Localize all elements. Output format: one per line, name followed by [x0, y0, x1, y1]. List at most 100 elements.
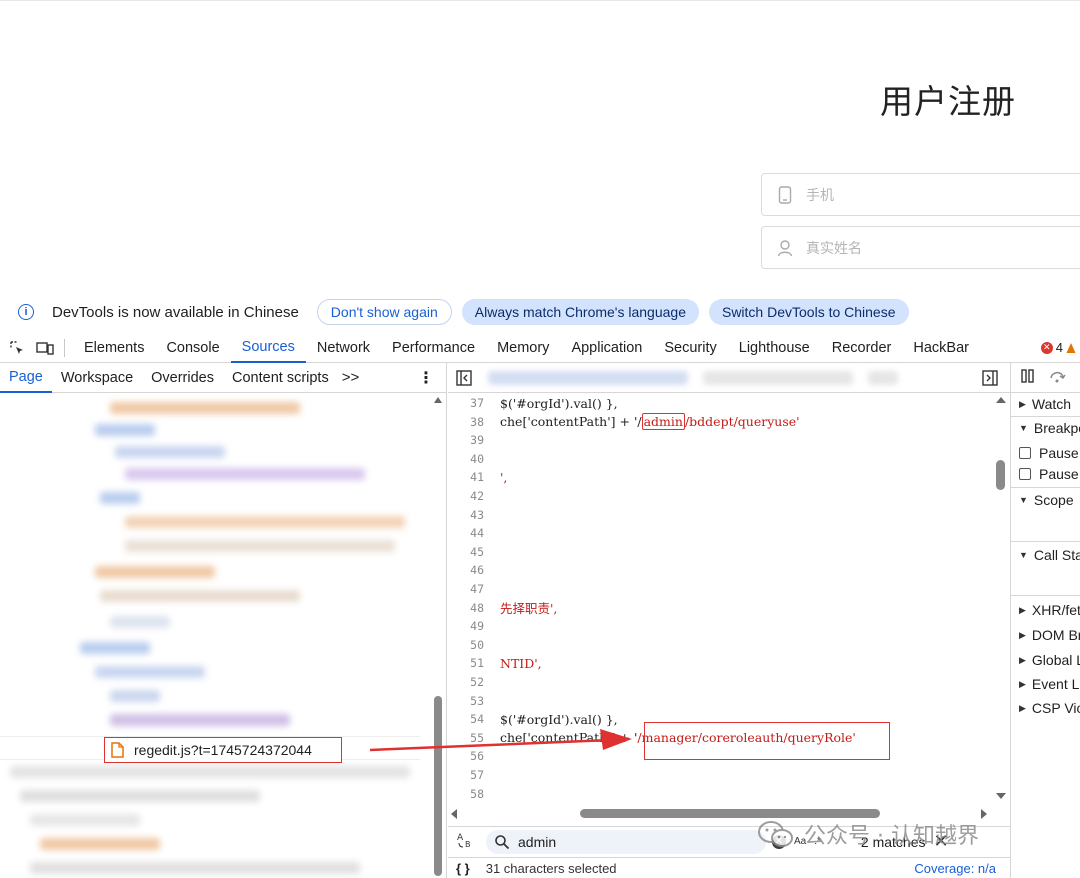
tab-security[interactable]: Security	[653, 333, 727, 363]
code-line[interactable]: 57	[448, 766, 996, 784]
code-line[interactable]: 40	[448, 450, 996, 468]
code-line[interactable]: 37 $('#orgId').val() },	[448, 394, 996, 412]
line-number[interactable]: 40	[448, 452, 490, 466]
toggle-navigator-icon[interactable]	[456, 369, 472, 386]
scroll-down-icon[interactable]	[995, 792, 1007, 800]
code-line[interactable]: 48 先择职责',	[448, 599, 996, 617]
code-line[interactable]: 52	[448, 673, 996, 691]
selected-file-highlight[interactable]: regedit.js?t=1745724372044	[104, 737, 342, 763]
code-line[interactable]: 45	[448, 543, 996, 561]
toggle-debugger-icon[interactable]	[982, 370, 998, 386]
section-csp-violation-breakpoints[interactable]: ▶ CSP Violation Breakpoints	[1019, 700, 1080, 716]
coverage-link[interactable]: Coverage: n/a	[914, 861, 996, 876]
tab-elements[interactable]: Elements	[73, 333, 155, 363]
code-line[interactable]: 53	[448, 692, 996, 710]
tab-lighthouse[interactable]: Lighthouse	[728, 333, 821, 363]
line-number[interactable]: 37	[448, 396, 490, 410]
code-line[interactable]: 49	[448, 617, 996, 635]
tab-hackbar[interactable]: HackBar	[902, 333, 980, 363]
line-number[interactable]: 39	[448, 433, 490, 447]
section-xhr-breakpoints[interactable]: ▶ XHR/fetch Breakpoints	[1019, 602, 1080, 618]
code-line[interactable]: 47	[448, 580, 996, 598]
tab-console[interactable]: Console	[155, 333, 230, 363]
code-line[interactable]: 43	[448, 506, 996, 524]
scroll-left-icon[interactable]	[450, 808, 458, 820]
line-number[interactable]: 52	[448, 675, 490, 689]
code-line[interactable]: 50	[448, 636, 996, 654]
inspect-element-icon[interactable]	[6, 337, 28, 359]
phone-field[interactable]: 手机	[761, 173, 1080, 216]
scroll-right-icon[interactable]	[980, 808, 988, 820]
always-match-language-button[interactable]: Always match Chrome's language	[461, 299, 699, 325]
section-breakpoints[interactable]: ▼ Breakpoints	[1019, 420, 1080, 436]
line-number[interactable]: 43	[448, 508, 490, 522]
code-line[interactable]: 42	[448, 487, 996, 505]
tab-memory[interactable]: Memory	[486, 333, 560, 363]
scroll-up-icon[interactable]	[433, 396, 443, 404]
line-number[interactable]: 56	[448, 749, 490, 763]
section-global-listeners[interactable]: ▶ Global Listeners	[1019, 652, 1080, 668]
pretty-print-icon[interactable]: { }	[456, 861, 470, 876]
line-number[interactable]: 41	[448, 470, 490, 484]
line-number[interactable]: 54	[448, 712, 490, 726]
step-over-icon[interactable]	[1049, 369, 1067, 386]
editor-tab-blurred[interactable]	[488, 371, 688, 385]
editor-tab-blurred[interactable]	[703, 371, 853, 385]
line-number[interactable]: 42	[448, 489, 490, 503]
kebab-menu-icon[interactable]: ⋮	[418, 368, 434, 388]
line-number[interactable]: 48	[448, 601, 490, 615]
line-number[interactable]: 57	[448, 768, 490, 782]
pause-caught-checkbox[interactable]: Pause on caught exceptions	[1019, 466, 1080, 482]
scroll-up-icon[interactable]	[995, 396, 1007, 404]
device-toolbar-icon[interactable]	[34, 337, 56, 359]
pause-resume-icon[interactable]	[1021, 369, 1035, 386]
line-number[interactable]: 49	[448, 619, 490, 633]
editor-tab-blurred[interactable]	[868, 371, 898, 385]
code-line[interactable]: 46	[448, 561, 996, 579]
code-line[interactable]: 41 ',	[448, 468, 996, 486]
tab-network[interactable]: Network	[306, 333, 381, 363]
nav-tab-workspace[interactable]: Workspace	[52, 363, 142, 393]
realname-field[interactable]: 真实姓名	[761, 226, 1080, 269]
checkbox[interactable]	[1019, 468, 1031, 480]
tab-application[interactable]: Application	[560, 333, 653, 363]
match-case-toggle-icon[interactable]: AB	[456, 831, 480, 852]
code-line[interactable]: 44	[448, 524, 996, 542]
line-number[interactable]: 45	[448, 545, 490, 559]
section-dom-breakpoints[interactable]: ▶ DOM Breakpoints	[1019, 627, 1080, 643]
line-number[interactable]: 55	[448, 731, 490, 745]
navigator-scroll-thumb[interactable]	[434, 696, 442, 876]
checkbox[interactable]	[1019, 447, 1031, 459]
tab-recorder[interactable]: Recorder	[821, 333, 903, 363]
code-line[interactable]: 58	[448, 785, 996, 803]
nav-tab-overrides[interactable]: Overrides	[142, 363, 223, 393]
dont-show-again-button[interactable]: Don't show again	[316, 299, 452, 325]
tab-sources[interactable]: Sources	[230, 333, 306, 363]
editor-hscroll-thumb[interactable]	[580, 809, 880, 818]
line-number[interactable]: 58	[448, 787, 490, 801]
code-line[interactable]: 38 che['contentPath'] + '/admin/bddept/qu…	[448, 413, 996, 431]
line-number[interactable]: 51	[448, 656, 490, 670]
editor-vscroll-thumb[interactable]	[996, 460, 1005, 490]
navigator-scrollbar[interactable]	[433, 396, 443, 878]
error-count-badge[interactable]: ✕ 4	[1040, 340, 1080, 355]
search-input[interactable]: admin	[486, 829, 766, 854]
line-number[interactable]: 47	[448, 582, 490, 596]
code-line[interactable]: 51 NTID',	[448, 654, 996, 672]
nav-tab-page[interactable]: Page	[0, 363, 52, 393]
section-call-stack[interactable]: ▼ Call Stack	[1019, 547, 1080, 563]
pause-uncaught-checkbox[interactable]: Pause on uncaught exceptions	[1019, 445, 1080, 461]
line-number[interactable]: 53	[448, 694, 490, 708]
line-number[interactable]: 46	[448, 563, 490, 577]
line-number[interactable]: 38	[448, 415, 490, 429]
tab-performance[interactable]: Performance	[381, 333, 486, 363]
section-scope[interactable]: ▼ Scope	[1019, 492, 1074, 508]
editor-vertical-scrollbar[interactable]	[994, 396, 1008, 808]
nav-tab-content-scripts[interactable]: Content scripts	[223, 363, 338, 393]
line-number[interactable]: 44	[448, 526, 490, 540]
section-event-listener-breakpoints[interactable]: ▶ Event Listener Breakpoints	[1019, 676, 1080, 692]
code-line[interactable]: 39	[448, 431, 996, 449]
line-number[interactable]: 50	[448, 638, 490, 652]
section-watch[interactable]: ▶ Watch	[1019, 396, 1071, 412]
more-tabs-icon[interactable]: >>	[342, 369, 360, 386]
